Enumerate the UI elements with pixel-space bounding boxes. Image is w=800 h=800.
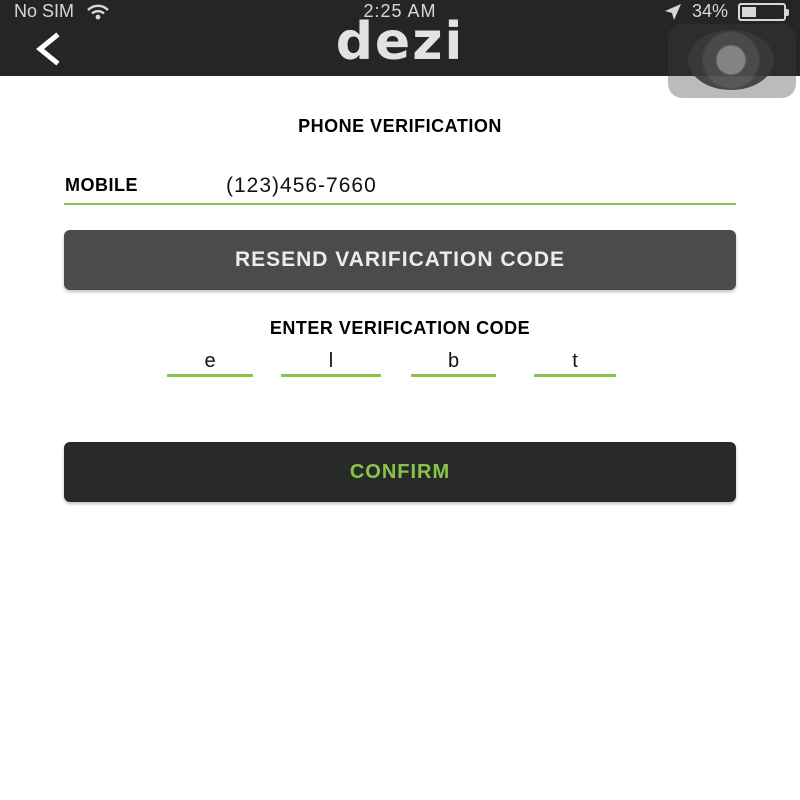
enter-code-label: ENTER VERIFICATION CODE (269, 318, 531, 338)
resend-code-button[interactable]: RESEND VARIFICATION CODE (64, 230, 736, 290)
code-input-2[interactable] (281, 349, 381, 377)
mobile-underline (64, 203, 736, 205)
confirm-button[interactable]: CONFIRM (64, 442, 736, 502)
page-title: PHONE VERIFICATION (298, 116, 502, 136)
code-input-4[interactable] (534, 349, 616, 377)
assistive-touch-icon (688, 30, 774, 90)
assistive-touch-button[interactable] (668, 24, 796, 98)
mobile-label: MOBILE (65, 175, 138, 195)
battery-fill (742, 6, 756, 17)
code-input-1[interactable] (167, 349, 253, 377)
mobile-input[interactable] (226, 173, 726, 199)
code-input-3[interactable] (411, 349, 496, 377)
